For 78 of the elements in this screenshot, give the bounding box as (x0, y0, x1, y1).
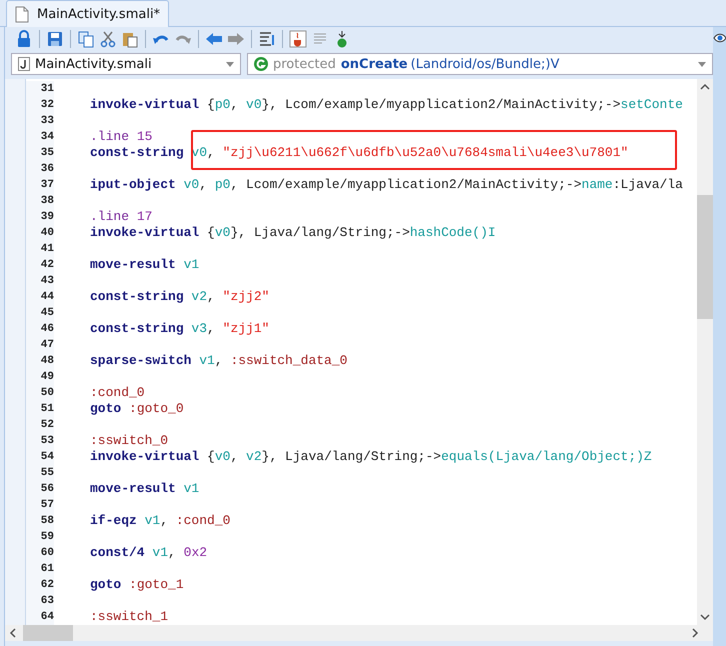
line-number: 63 (26, 593, 54, 609)
code-line: invoke-virtual {v0, v2}, Ljava/lang/String;->equals(Ljava/lang/Object;)Z (90, 449, 652, 465)
line-number: 39 (26, 209, 54, 225)
code-line: invoke-virtual {p0, v0}, Lcom/example/myapplication2/MainActivity;->setConte (90, 97, 683, 113)
java-file-icon (18, 57, 30, 71)
method-icon (254, 57, 268, 71)
line-number: 36 (26, 161, 54, 177)
line-number: 41 (26, 241, 54, 257)
line-number: 57 (26, 497, 54, 513)
scroll-left-icon[interactable] (9, 628, 17, 638)
line-number: 37 (26, 177, 54, 193)
code-line: :cond_0 (90, 385, 145, 401)
line-number: 49 (26, 369, 54, 385)
line-number: 35 (26, 145, 54, 161)
line-number: 45 (26, 305, 54, 321)
code-line: move-result v1 (90, 481, 200, 497)
line-number: 42 (26, 257, 54, 273)
line-number: 32 (26, 97, 54, 113)
document-icon (15, 6, 29, 22)
line-number: 50 (26, 385, 54, 401)
lock-icon[interactable] (15, 30, 33, 48)
line-number: 64 (26, 609, 54, 625)
line-number: 48 (26, 353, 54, 369)
back-arrow-icon[interactable] (205, 30, 223, 48)
line-number: 40 (26, 225, 54, 241)
caret-icon (698, 62, 706, 66)
code-line: if-eqz v1, :cond_0 (90, 513, 230, 529)
eye-icon[interactable] (713, 33, 726, 43)
line-number: 44 (26, 289, 54, 305)
file-tab[interactable]: MainActivity.smali* (6, 0, 170, 27)
paste-icon[interactable] (121, 30, 139, 48)
scroll-thumb[interactable] (697, 195, 713, 319)
scroll-right-icon[interactable] (691, 628, 699, 638)
line-number: 51 (26, 401, 54, 417)
line-number: 43 (26, 273, 54, 289)
java-cup-icon[interactable] (289, 30, 307, 48)
code-line: invoke-virtual {v0}, Ljava/lang/String;->hashCode()I (90, 225, 496, 241)
horizontal-scrollbar[interactable] (5, 625, 713, 641)
line-number: 31 (26, 81, 54, 97)
line-number: 53 (26, 433, 54, 449)
method-dropdown[interactable]: protected onCreate (Landroid/os/Bundle;)V (247, 53, 713, 75)
line-number: 56 (26, 481, 54, 497)
code-line: :sswitch_0 (90, 433, 168, 449)
caret-icon (226, 62, 234, 66)
line-number: 61 (26, 561, 54, 577)
line-number: 58 (26, 513, 54, 529)
code-line: const-string v0, "zjj\u6211\u662f\u6dfb\u52a0\u7684smali\u4ee3\u7801" (90, 145, 628, 161)
code-line: goto :goto_1 (90, 577, 184, 593)
line-number: 52 (26, 417, 54, 433)
line-number: 62 (26, 577, 54, 593)
line-number: 54 (26, 449, 54, 465)
vertical-scrollbar[interactable] (697, 79, 713, 625)
scroll-thumb[interactable] (23, 625, 73, 641)
line-number: 46 (26, 321, 54, 337)
line-number: 55 (26, 465, 54, 481)
copy-icon[interactable] (77, 30, 95, 48)
file-dropdown[interactable]: MainActivity.smali (11, 53, 241, 75)
code-line: const-string v3, "zjj1" (90, 321, 270, 337)
code-line: :sswitch_1 (90, 609, 168, 625)
lines-arrows-icon[interactable] (258, 30, 276, 48)
line-number: 33 (26, 113, 54, 129)
line-number: 60 (26, 545, 54, 561)
scroll-up-icon[interactable] (700, 83, 710, 91)
line-number: 59 (26, 529, 54, 545)
code-line: .line 15 (90, 129, 152, 145)
code-line: goto :goto_0 (90, 401, 184, 417)
code-line: const/4 v1, 0x2 (90, 545, 208, 561)
save-icon[interactable] (46, 30, 64, 48)
scroll-down-icon[interactable] (700, 613, 710, 621)
line-number: 47 (26, 337, 54, 353)
line-number: 34 (26, 129, 54, 145)
code-line: move-result v1 (90, 257, 200, 273)
code-line: sparse-switch v1, :sswitch_data_0 (90, 353, 348, 369)
code-line: .line 17 (90, 209, 152, 225)
cut-icon[interactable] (99, 30, 117, 48)
code-line: const-string v2, "zjj2" (90, 289, 270, 305)
line-number: 38 (26, 193, 54, 209)
code-line: iput-object v0, p0, Lcom/example/myapplication2/MainActivity;->name:Ljava/la (90, 177, 683, 193)
